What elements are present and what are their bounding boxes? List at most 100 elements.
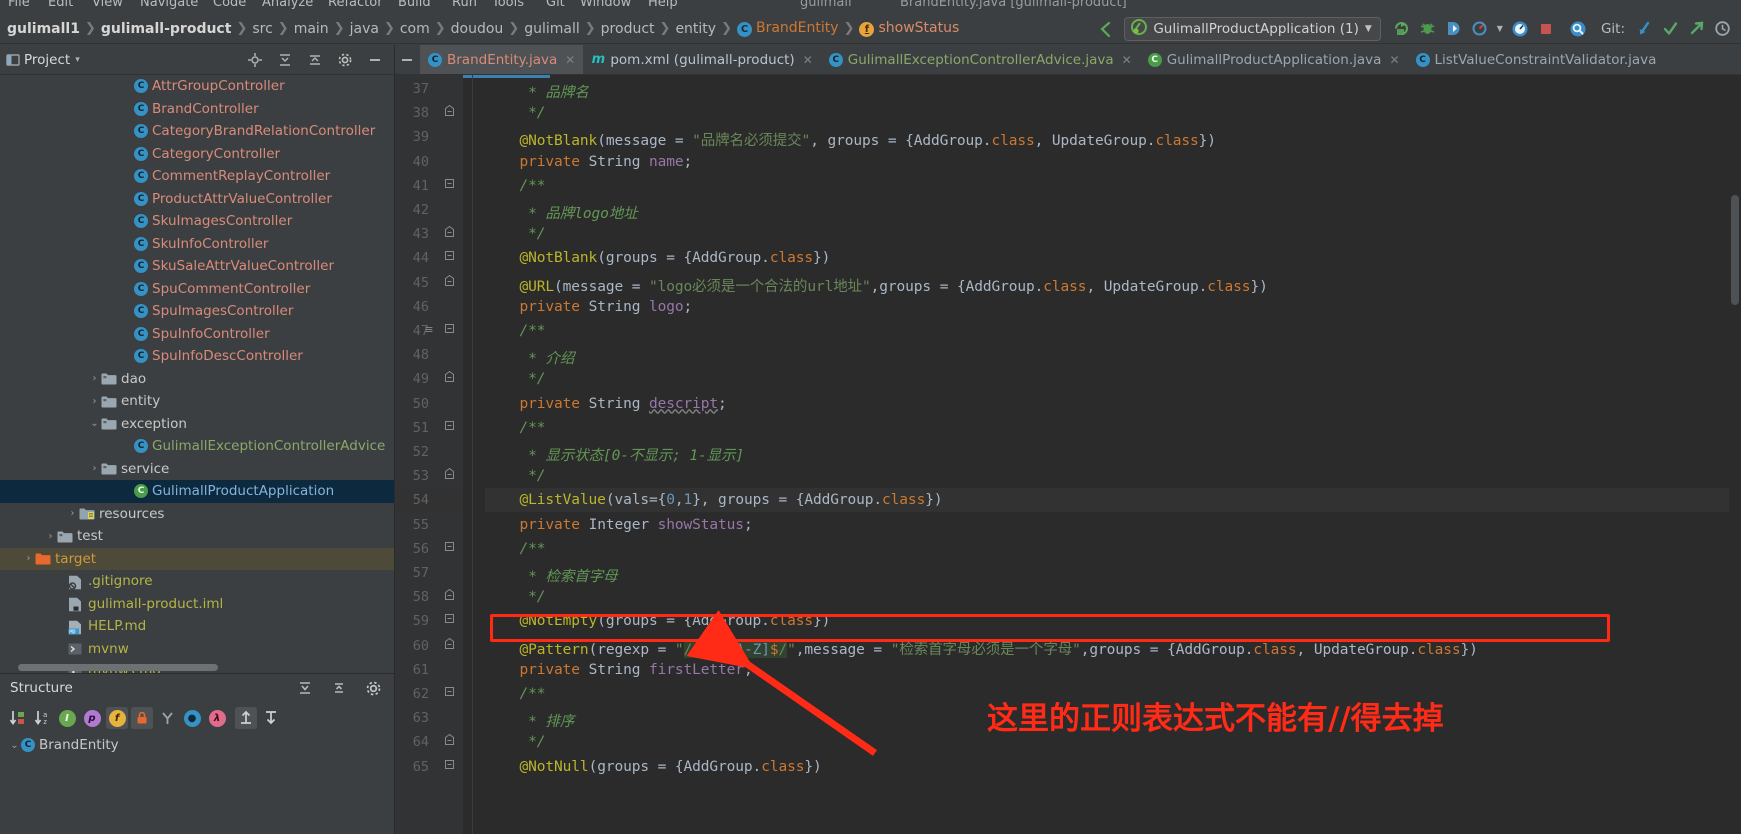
collapse-all-icon[interactable] <box>274 49 296 71</box>
tree-item-categorybrandrelationcontroller[interactable]: C CategoryBrandRelationController <box>0 120 394 143</box>
tree-horizontal-scrollbar[interactable] <box>18 664 218 671</box>
menu-item-build[interactable]: Build <box>398 0 431 10</box>
tab-gulimall-exception-controller-advice[interactable]: C GulimallExceptionControllerAdvice.java… <box>821 45 1140 74</box>
breadcrumb-item-showstatus[interactable]: f showStatus <box>856 20 962 37</box>
fold-expand-icon[interactable] <box>443 250 455 263</box>
breadcrumb-item-gulimall1[interactable]: gulimall1 <box>4 21 83 37</box>
menu-item-tools[interactable]: Tools <box>492 0 524 10</box>
close-icon[interactable]: ✕ <box>565 53 575 67</box>
code-line[interactable]: private String name; <box>485 154 693 170</box>
menu-item-analyze[interactable]: Analyze <box>262 0 313 10</box>
tree-item-productattrvaluecontroller[interactable]: C ProductAttrValueController <box>0 188 394 211</box>
menu-item-window[interactable]: Window <box>580 0 631 10</box>
back-arrow-icon[interactable] <box>1094 18 1116 40</box>
code-line[interactable]: * 品牌名 <box>485 81 589 102</box>
fold-expand-icon[interactable] <box>443 420 455 433</box>
tree-item-target[interactable]: › target <box>0 547 394 570</box>
breadcrumb-item-entity[interactable]: entity <box>672 21 719 37</box>
tree-item-spuimagescontroller[interactable]: C SpuImagesController <box>0 300 394 323</box>
code-line[interactable]: */ <box>485 468 545 484</box>
fold-expand-icon[interactable] <box>443 759 455 772</box>
rerun-icon[interactable] <box>1391 18 1413 40</box>
menu-item-run[interactable]: Run <box>452 0 477 10</box>
run-configuration-selector[interactable]: GulimallProductApplication (1) ▼ <box>1124 16 1381 41</box>
code-line[interactable]: @NotEmpty(groups = {AddGroup.class}) <box>485 613 831 629</box>
chevron-right-icon[interactable]: › <box>88 463 101 474</box>
close-icon[interactable]: ✕ <box>1389 53 1399 67</box>
fold-expand-icon[interactable] <box>443 541 455 554</box>
tree-item-gulimallexceptioncontrolleradvice[interactable]: C GulimallExceptionControllerAdvice <box>0 435 394 458</box>
show-lambdas-icon[interactable]: ● <box>181 707 203 729</box>
debug-icon[interactable] <box>1417 18 1439 40</box>
code-line[interactable]: /** <box>485 420 546 436</box>
menu-item-refactor[interactable]: Refactor <box>328 0 383 10</box>
menu-item-navigate[interactable]: Navigate <box>140 0 198 10</box>
tree-item-gulimallproductapplication[interactable]: C GulimallProductApplication <box>0 480 394 503</box>
chevron-down-icon[interactable]: ⌄ <box>88 418 101 429</box>
tree-item-commentreplaycontroller[interactable]: C CommentReplayController <box>0 165 394 188</box>
show-inherited-icon[interactable]: I <box>56 707 78 729</box>
code-line[interactable]: * 显示状态[0-不显示; 1-显示] <box>485 444 744 465</box>
chevron-right-icon[interactable]: › <box>44 531 57 542</box>
code-line[interactable]: @NotBlank(groups = {AddGroup.class}) <box>485 250 831 266</box>
breadcrumb-item-src[interactable]: src <box>249 21 275 37</box>
expand-all-icon[interactable] <box>294 677 316 699</box>
tree-item-brandcontroller[interactable]: C BrandController <box>0 98 394 121</box>
history-icon[interactable] <box>1711 18 1733 40</box>
sort-by-visibility-icon[interactable] <box>6 707 28 729</box>
tree-item-skuinfocontroller[interactable]: C SkuInfoController <box>0 233 394 256</box>
code-line[interactable]: * 介绍 <box>485 347 574 368</box>
code-line[interactable]: /** <box>485 323 546 339</box>
menu-item-edit[interactable]: Edit <box>48 0 73 10</box>
menu-item-help[interactable]: Help <box>648 0 678 10</box>
update-project-icon[interactable] <box>1633 18 1655 40</box>
override-marker-icon[interactable]: ≡ <box>422 323 436 336</box>
fold-collapse-icon[interactable] <box>443 274 455 289</box>
tree-item-spuinfocontroller[interactable]: C SpuInfoController <box>0 323 394 346</box>
profile-icon[interactable] <box>1469 18 1491 40</box>
hide-editor-icon[interactable] <box>396 49 418 71</box>
chevron-down-icon[interactable]: ⌄ <box>8 740 21 751</box>
show-non-public-icon[interactable] <box>131 707 153 729</box>
code-line[interactable]: /** <box>485 686 546 702</box>
tree-item-help-md[interactable]: MD HELP.md <box>0 615 394 638</box>
editor-gutter[interactable]: 37 38 39 40 41 42 43 44 45 46 47 ≡ 48 49 50 51 52 53 54 55 5… <box>395 75 463 834</box>
breadcrumb-item-brandentity[interactable]: C BrandEntity <box>734 20 842 37</box>
fold-expand-icon[interactable] <box>443 613 455 626</box>
fold-collapse-icon[interactable] <box>443 105 455 119</box>
breadcrumb-item-doudou[interactable]: doudou <box>448 21 507 37</box>
fold-collapse-icon[interactable] <box>443 226 455 240</box>
sort-alphabetically-icon[interactable]: az <box>31 707 53 729</box>
tree-item-categorycontroller[interactable]: C CategoryController <box>0 143 394 166</box>
breadcrumb-item-com[interactable]: com <box>397 21 433 37</box>
collapse-all-icon[interactable] <box>328 677 350 699</box>
chevron-right-icon[interactable]: › <box>22 553 35 564</box>
fold-collapse-icon[interactable] <box>443 589 455 603</box>
breadcrumb-item-gulimall-product[interactable]: gulimall-product <box>98 21 235 37</box>
fold-expand-icon[interactable] <box>443 686 455 699</box>
stop-icon[interactable] <box>1535 18 1557 40</box>
code-editor[interactable]: 37 38 39 40 41 42 43 44 45 46 47 ≡ 48 49 50 51 52 53 54 55 5… <box>395 75 1741 834</box>
code-line[interactable]: */ <box>485 226 545 242</box>
settings-icon[interactable] <box>362 677 384 699</box>
tree-item-skusaleattrvaluecontroller[interactable]: C SkuSaleAttrValueController <box>0 255 394 278</box>
lambda-icon[interactable]: λ <box>206 707 228 729</box>
code-line[interactable]: * 品牌logo地址 <box>485 202 638 223</box>
code-line[interactable]: @Pattern(regexp = "/^[a-zA-Z]$/",message… <box>485 638 1478 659</box>
show-fields-icon[interactable]: f <box>106 707 128 729</box>
tree-item-entity[interactable]: › entity <box>0 390 394 413</box>
tab-gulimall-product-application[interactable]: C GulimallProductApplication.java ✕ <box>1140 45 1408 74</box>
code-line[interactable]: /** <box>485 541 546 557</box>
code-line[interactable]: */ <box>485 371 545 387</box>
code-line[interactable]: */ <box>485 589 545 605</box>
close-icon[interactable]: ✕ <box>803 53 813 67</box>
chevron-down-icon[interactable]: ▾ <box>75 55 80 65</box>
run-with-coverage-icon[interactable] <box>1443 18 1465 40</box>
show-anonymous-icon[interactable] <box>156 707 178 729</box>
chevron-right-icon[interactable]: › <box>66 508 79 519</box>
hide-icon[interactable] <box>364 49 386 71</box>
fold-expand-icon[interactable] <box>443 178 455 191</box>
code-line[interactable]: private String logo; <box>485 299 693 315</box>
expand-all-icon[interactable] <box>304 49 326 71</box>
fold-expand-icon[interactable] <box>443 323 455 336</box>
